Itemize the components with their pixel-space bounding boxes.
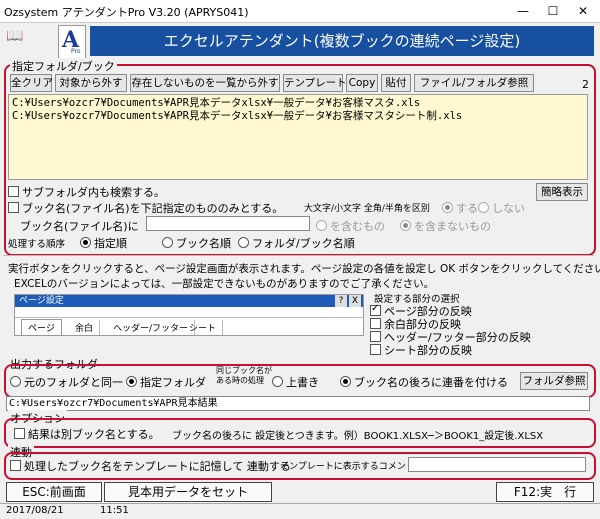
simple-view-button[interactable]: 簡略表示 bbox=[536, 183, 588, 201]
order-label: 処理する順序 bbox=[8, 239, 66, 250]
page-banner: エクセルアテンダント(複数ブックの連続ページ設定) bbox=[90, 26, 594, 56]
esc-back-button[interactable]: ESC:前画面 bbox=[6, 482, 102, 502]
checkbox-icon bbox=[370, 318, 381, 329]
book-name-input[interactable] bbox=[146, 216, 310, 231]
checkbox-icon bbox=[370, 303, 381, 316]
set-sample-data-button[interactable]: 見本用データをセット bbox=[104, 482, 272, 502]
radio-icon bbox=[478, 202, 489, 213]
tab-sheet: シート bbox=[183, 320, 224, 335]
reflect-sheet-checkbox[interactable]: シート部分の反映 bbox=[370, 342, 472, 358]
radio-icon bbox=[80, 237, 91, 248]
radio-icon bbox=[10, 376, 21, 387]
output-path-input[interactable]: C:¥Users¥ozcr7¥Documents¥APR見本結果 bbox=[6, 396, 590, 411]
file-list-item[interactable]: C:¥Users¥ozcr7¥Documents¥APR見本データxlsx¥一般… bbox=[12, 110, 584, 123]
case-sensitive-label: 大文字/小文字 全角/半角を区別 bbox=[304, 204, 430, 214]
specified-folder-radio[interactable]: 指定フォルダ bbox=[126, 374, 206, 390]
book-name-label: ブック名(ファイル名)に bbox=[20, 220, 139, 233]
remove-missing-button[interactable]: 存在しないものを一覧から外す bbox=[130, 74, 280, 92]
checkbox-icon bbox=[14, 428, 25, 439]
file-list-item[interactable]: C:¥Users¥ozcr7¥Documents¥APR見本データxlsx¥一般… bbox=[12, 97, 584, 110]
book-filter-checkbox[interactable]: ブック名(ファイル名)を下記指定のもののみとする。 bbox=[8, 200, 283, 216]
file-count: 2 bbox=[582, 78, 589, 91]
radio-icon bbox=[400, 220, 411, 231]
append-number-radio[interactable]: ブック名の後ろに連番を付ける bbox=[340, 374, 508, 390]
template-link-checkbox[interactable]: 処理したブック名をテンプレートに記憶して 連動する bbox=[10, 458, 291, 474]
separate-book-note: ブック名の後ろに 設定後とつきます。例）BOOK1.XLSX─＞BOOK1_設定… bbox=[172, 431, 544, 442]
same-name-label: 同じブック名が ある時の処理 bbox=[216, 366, 272, 385]
separate-book-checkbox[interactable]: 結果は別ブック名とする。 bbox=[14, 426, 160, 442]
preview-titlebar: ページ設定 ? X bbox=[15, 295, 363, 307]
original-folder-radio[interactable]: 元のフォルダと同一 bbox=[10, 374, 123, 390]
browse-file-folder-button[interactable]: ファイル/フォルダ参照 bbox=[414, 74, 534, 92]
order-specified-radio[interactable]: 指定順 bbox=[80, 235, 127, 251]
radio-icon bbox=[162, 237, 173, 248]
radio-icon bbox=[126, 376, 137, 387]
file-list[interactable]: C:¥Users¥ozcr7¥Documents¥APR見本データxlsx¥一般… bbox=[8, 94, 588, 180]
f12-execute-button[interactable]: F12:実 行 bbox=[496, 482, 594, 502]
title-bar: Ozsystem アテンダントPro V3.20 (APRYS041) — ☐ … bbox=[0, 0, 600, 23]
checkbox-icon bbox=[370, 344, 381, 355]
exclude-radio[interactable]: を含まないもの bbox=[400, 218, 491, 234]
exclude-button[interactable]: 対象から外す bbox=[55, 74, 127, 92]
tab-margin: 余白 bbox=[69, 320, 101, 335]
radio-icon bbox=[442, 202, 453, 213]
radio-icon bbox=[316, 220, 327, 231]
close-button[interactable]: ✕ bbox=[568, 0, 598, 22]
clear-all-button[interactable]: 全クリア bbox=[10, 74, 53, 92]
template-button[interactable]: テンプレート bbox=[283, 74, 347, 92]
maximize-button[interactable]: ☐ bbox=[538, 0, 568, 22]
help-icon: ? bbox=[335, 295, 347, 307]
radio-icon bbox=[238, 237, 249, 248]
checkbox-icon bbox=[8, 202, 19, 213]
radio-icon bbox=[340, 376, 351, 387]
page-setup-preview: ページ設定 ? X ページ 余白 ヘッダー/フッター シート bbox=[14, 294, 364, 336]
include-radio[interactable]: を含むもの bbox=[316, 218, 385, 234]
tab-page: ページ bbox=[21, 319, 62, 335]
preview-tabs: ページ 余白 ヘッダー/フッター シート bbox=[15, 317, 363, 335]
info-line-1: 実行ボタンをクリックすると、ページ設定画面が表示されます。ページ設定の各値を設定… bbox=[8, 263, 600, 275]
status-bar: 2017/08/21 11:51 bbox=[0, 503, 600, 519]
info-line-2: EXCELのバージョンによっては、一部設定できないものがありますのでご了承くださ… bbox=[14, 278, 435, 290]
template-comment-input[interactable] bbox=[408, 457, 586, 472]
subfolder-checkbox[interactable]: サブフォルダ内も検索する。 bbox=[8, 184, 165, 200]
status-time: 11:51 bbox=[100, 505, 129, 516]
checkbox-icon bbox=[8, 186, 19, 197]
case-no-radio[interactable]: しない bbox=[478, 200, 525, 216]
minimize-button[interactable]: — bbox=[508, 0, 538, 22]
app-logo: A Pro bbox=[58, 25, 86, 61]
case-yes-radio[interactable]: する bbox=[442, 200, 478, 216]
template-comment-label: テンプレートに表示するコメント bbox=[280, 462, 415, 472]
folder-browse-button[interactable]: フォルダ参照 bbox=[520, 372, 588, 390]
checkbox-icon bbox=[370, 331, 381, 342]
order-bookname-radio[interactable]: ブック名順 bbox=[162, 235, 231, 251]
paste-button[interactable]: 貼付 bbox=[381, 74, 411, 92]
folder-section-title: 指定フォルダ/ブック bbox=[10, 58, 117, 74]
overwrite-radio[interactable]: 上書き bbox=[272, 374, 319, 390]
book-icon[interactable]: 📖 bbox=[6, 28, 23, 44]
tab-header-footer: ヘッダー/フッター bbox=[107, 320, 196, 335]
radio-icon bbox=[272, 376, 283, 387]
status-date: 2017/08/21 bbox=[6, 505, 64, 516]
divider bbox=[4, 255, 594, 256]
window-title: Ozsystem アテンダントPro V3.20 (APRYS041) bbox=[4, 6, 249, 19]
copy-button[interactable]: Copy bbox=[346, 74, 378, 92]
checkbox-icon bbox=[10, 460, 21, 471]
close-icon: X bbox=[349, 295, 361, 307]
order-folder-book-radio[interactable]: フォルダ/ブック名順 bbox=[238, 235, 355, 251]
